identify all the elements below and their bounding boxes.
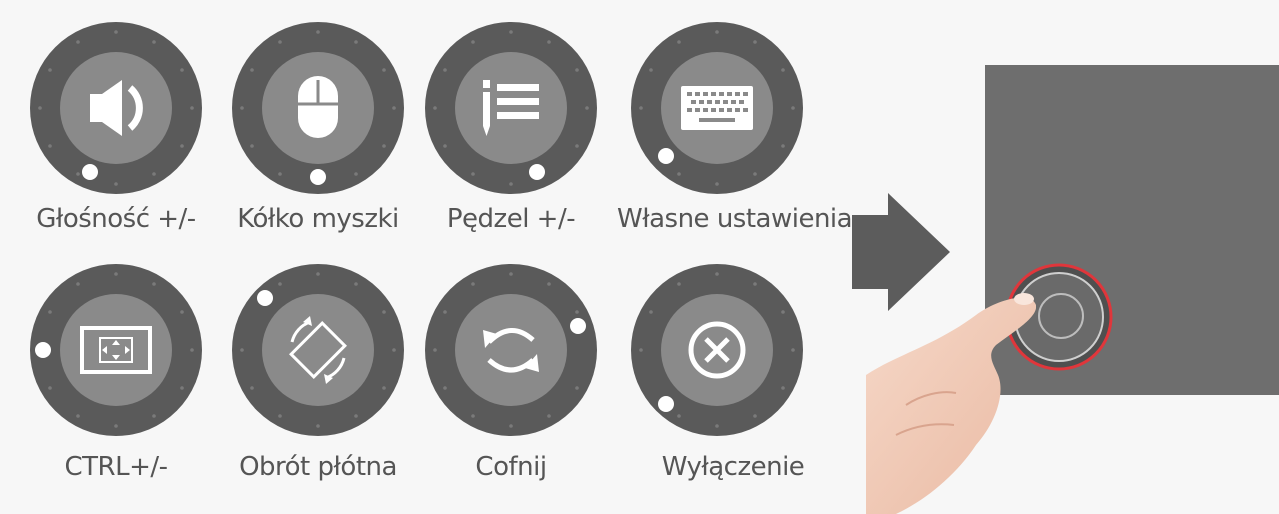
dial-canvas-rotate xyxy=(232,264,404,436)
keyboard-icon xyxy=(681,86,753,130)
dial-mouse-wheel xyxy=(232,22,404,194)
dial-brush xyxy=(425,22,597,194)
dial-zoom xyxy=(30,264,202,436)
dial-custom-settings xyxy=(631,22,803,194)
label-undo: Cofnij xyxy=(475,452,547,482)
label-custom-settings: Własne ustawienia xyxy=(617,204,853,234)
label-brush: Pędzel +/- xyxy=(446,204,576,234)
dial-power-off xyxy=(631,264,803,436)
dial-volume xyxy=(30,22,202,194)
dial-undo xyxy=(425,264,597,436)
feature-overview: Głośność +/- Kółko myszki Pędzel +/- Wła… xyxy=(0,0,1279,514)
pointing-hand-icon xyxy=(866,293,1036,514)
label-zoom: CTRL+/- xyxy=(64,452,168,482)
label-volume: Głośność +/- xyxy=(36,204,196,234)
mouse-icon xyxy=(298,76,338,138)
label-power-off: Wyłączenie xyxy=(661,452,805,482)
